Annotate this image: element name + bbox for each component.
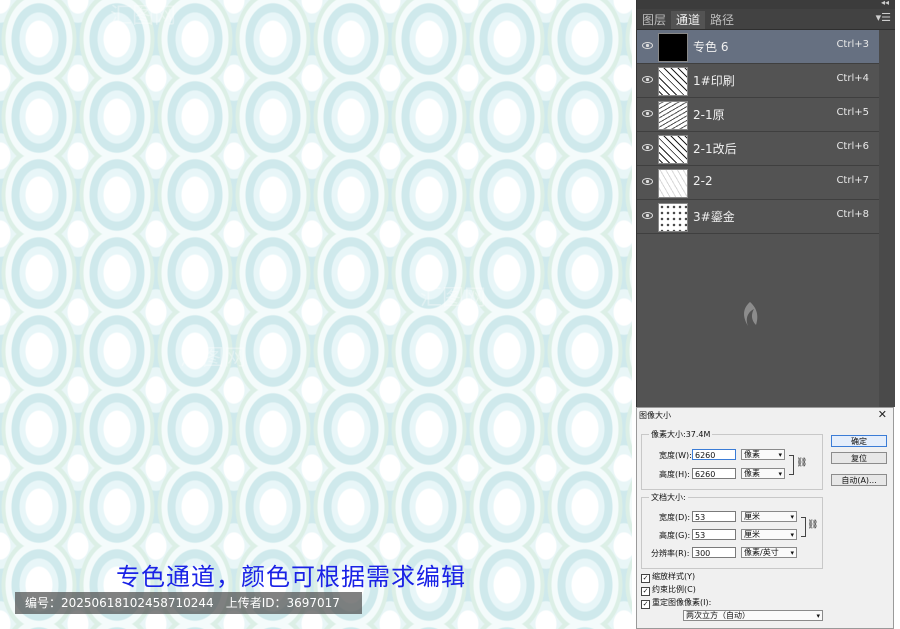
panel-menu-icon[interactable]: ▾☰ [876, 11, 891, 24]
watermark-logo-icon [744, 302, 758, 326]
doc-height-label: 高度(G): [659, 531, 691, 540]
reset-button[interactable]: 复位 [831, 452, 887, 464]
panel-scrollbar[interactable] [879, 30, 895, 407]
unit-value: 像素 [744, 450, 760, 459]
eye-icon[interactable] [642, 108, 653, 119]
panel-header-bar: ◂◂ [637, 0, 895, 9]
checkbox-label: 缩放样式(Y) [652, 572, 696, 581]
checkbox-box[interactable]: ✓ [641, 600, 650, 609]
pixel-dimensions-label: 像素大小:37.4M [649, 429, 713, 440]
pixel-height-label: 高度(H): [659, 470, 690, 479]
channel-name: 2-2 [693, 174, 713, 188]
panel-tabs: 图层 通道 路径 ▾☰ [637, 9, 895, 30]
doc-height-unit-select[interactable]: 厘米 ▾ [741, 529, 797, 540]
channel-name: 2-1改后 [693, 142, 737, 156]
pixel-width-unit-select[interactable]: 像素 ▾ [741, 449, 785, 460]
constrain-proportions-checkbox[interactable]: ✓ 约束比例(C) [641, 584, 696, 596]
channel-thumbnail [658, 135, 688, 164]
channel-name: 1#印刷 [693, 74, 735, 88]
pixel-height-unit-select[interactable]: 像素 ▾ [741, 468, 785, 479]
tab-channels[interactable]: 通道 [671, 11, 706, 29]
channel-name: 3#鎏金 [693, 210, 735, 224]
pixel-height-field[interactable]: 6260 [692, 468, 736, 479]
channel-thumbnail [658, 203, 688, 232]
doc-width-label: 宽度(D): [659, 513, 691, 522]
eye-icon[interactable] [642, 210, 653, 221]
image-size-dialog: 图像大小 ✕ 像素大小:37.4M 宽度(W): 6260 像素 ▾ 高度(H):… [636, 407, 894, 629]
watermark-text: 汇图网 [110, 4, 177, 29]
resolution-unit-select[interactable]: 像素/英寸 ▾ [741, 547, 797, 558]
chevron-down-icon: ▾ [790, 531, 794, 539]
caption-text: 专色通道，颜色可根据需求编辑 [116, 563, 466, 591]
tab-layers[interactable]: 图层 [637, 11, 671, 29]
chevron-down-icon: ▾ [778, 470, 782, 478]
unit-value: 像素 [744, 469, 760, 478]
image-number: 编号：20250618102458710244 [25, 596, 214, 610]
auto-button[interactable]: 自动(A)... [831, 474, 887, 486]
doc-width-unit-select[interactable]: 厘米 ▾ [741, 511, 797, 522]
resample-method-select[interactable]: 两次立方（自动） ▾ [683, 610, 823, 621]
channel-thumbnail [658, 33, 688, 62]
channel-row[interactable]: 2-2 Ctrl+7 [637, 166, 879, 200]
scale-styles-checkbox[interactable]: ✓ 缩放样式(Y) [641, 571, 695, 583]
resample-checkbox[interactable]: ✓ 重定图像像素(I): [641, 597, 711, 609]
channel-row[interactable]: 3#鎏金 Ctrl+8 [637, 200, 879, 234]
chevron-down-icon: ▾ [778, 451, 782, 459]
dialog-title: 图像大小 [639, 411, 671, 420]
channel-shortcut: Ctrl+8 [836, 209, 869, 220]
channel-shortcut: Ctrl+7 [836, 175, 869, 186]
unit-value: 像素/英寸 [744, 548, 779, 557]
channel-thumbnail [658, 101, 688, 130]
id-bar: 编号：20250618102458710244 上传者ID：3697017 [15, 592, 362, 614]
checkbox-box[interactable]: ✓ [641, 587, 650, 596]
watermark-text: 汇图网 [180, 346, 247, 371]
channel-thumbnail [658, 67, 688, 96]
resolution-field[interactable]: 300 [692, 547, 736, 558]
resolution-label: 分辨率(R): [651, 549, 690, 558]
chevron-down-icon: ▾ [790, 513, 794, 521]
tab-paths[interactable]: 路径 [705, 11, 739, 29]
channel-row[interactable]: 专色 6 Ctrl+3 [637, 30, 879, 64]
channel-row[interactable]: 2-1改后 Ctrl+6 [637, 132, 879, 166]
eye-icon[interactable] [642, 74, 653, 85]
link-bracket [789, 455, 794, 475]
channel-shortcut: Ctrl+3 [836, 39, 869, 50]
channel-row[interactable]: 1#印刷 Ctrl+4 [637, 64, 879, 98]
channel-name: 2-1原 [693, 108, 725, 122]
chevron-down-icon: ▾ [816, 612, 820, 620]
uploader-id: 上传者ID：3697017 [225, 596, 340, 610]
ok-button[interactable]: 确定 [831, 435, 887, 447]
channel-name: 专色 6 [693, 40, 729, 54]
checkbox-label: 约束比例(C) [652, 585, 696, 594]
chevron-down-icon: ▾ [790, 549, 794, 557]
unit-value: 厘米 [744, 512, 760, 521]
checkbox-box[interactable]: ✓ [641, 574, 650, 583]
document-size-label: 文档大小: [649, 492, 688, 503]
doc-width-field[interactable]: 53 [692, 511, 736, 522]
channel-shortcut: Ctrl+6 [836, 141, 869, 152]
channel-shortcut: Ctrl+5 [836, 107, 869, 118]
chain-link-icon: ⛓ [807, 520, 819, 530]
checkbox-label: 重定图像像素(I): [652, 598, 712, 607]
eye-icon[interactable] [642, 176, 653, 187]
link-bracket [801, 517, 806, 537]
unit-value: 厘米 [744, 530, 760, 539]
channel-row[interactable]: 2-1原 Ctrl+5 [637, 98, 879, 132]
pattern-canvas: 汇图网 汇图网 汇图网 专色通道，颜色可根据需求编辑 编号：2025061810… [0, 0, 632, 629]
doc-height-field[interactable]: 53 [692, 529, 736, 540]
close-icon[interactable]: ✕ [878, 408, 887, 421]
pixel-width-label: 宽度(W): [659, 451, 692, 460]
channels-panel: ◂◂ 图层 通道 路径 ▾☰ 专色 6 Ctrl+3 1#印刷 Ctrl+4 2… [636, 0, 895, 407]
watermark-text: 汇图网 [420, 286, 487, 311]
channel-shortcut: Ctrl+4 [836, 73, 869, 84]
chain-link-icon: ⛓ [796, 458, 808, 468]
channel-thumbnail [658, 169, 688, 198]
method-value: 两次立方（自动） [686, 611, 750, 620]
eye-icon[interactable] [642, 40, 653, 51]
eye-icon[interactable] [642, 142, 653, 153]
collapse-icon[interactable]: ◂◂ [881, 0, 889, 7]
pixel-width-field[interactable]: 6260 [692, 449, 736, 460]
